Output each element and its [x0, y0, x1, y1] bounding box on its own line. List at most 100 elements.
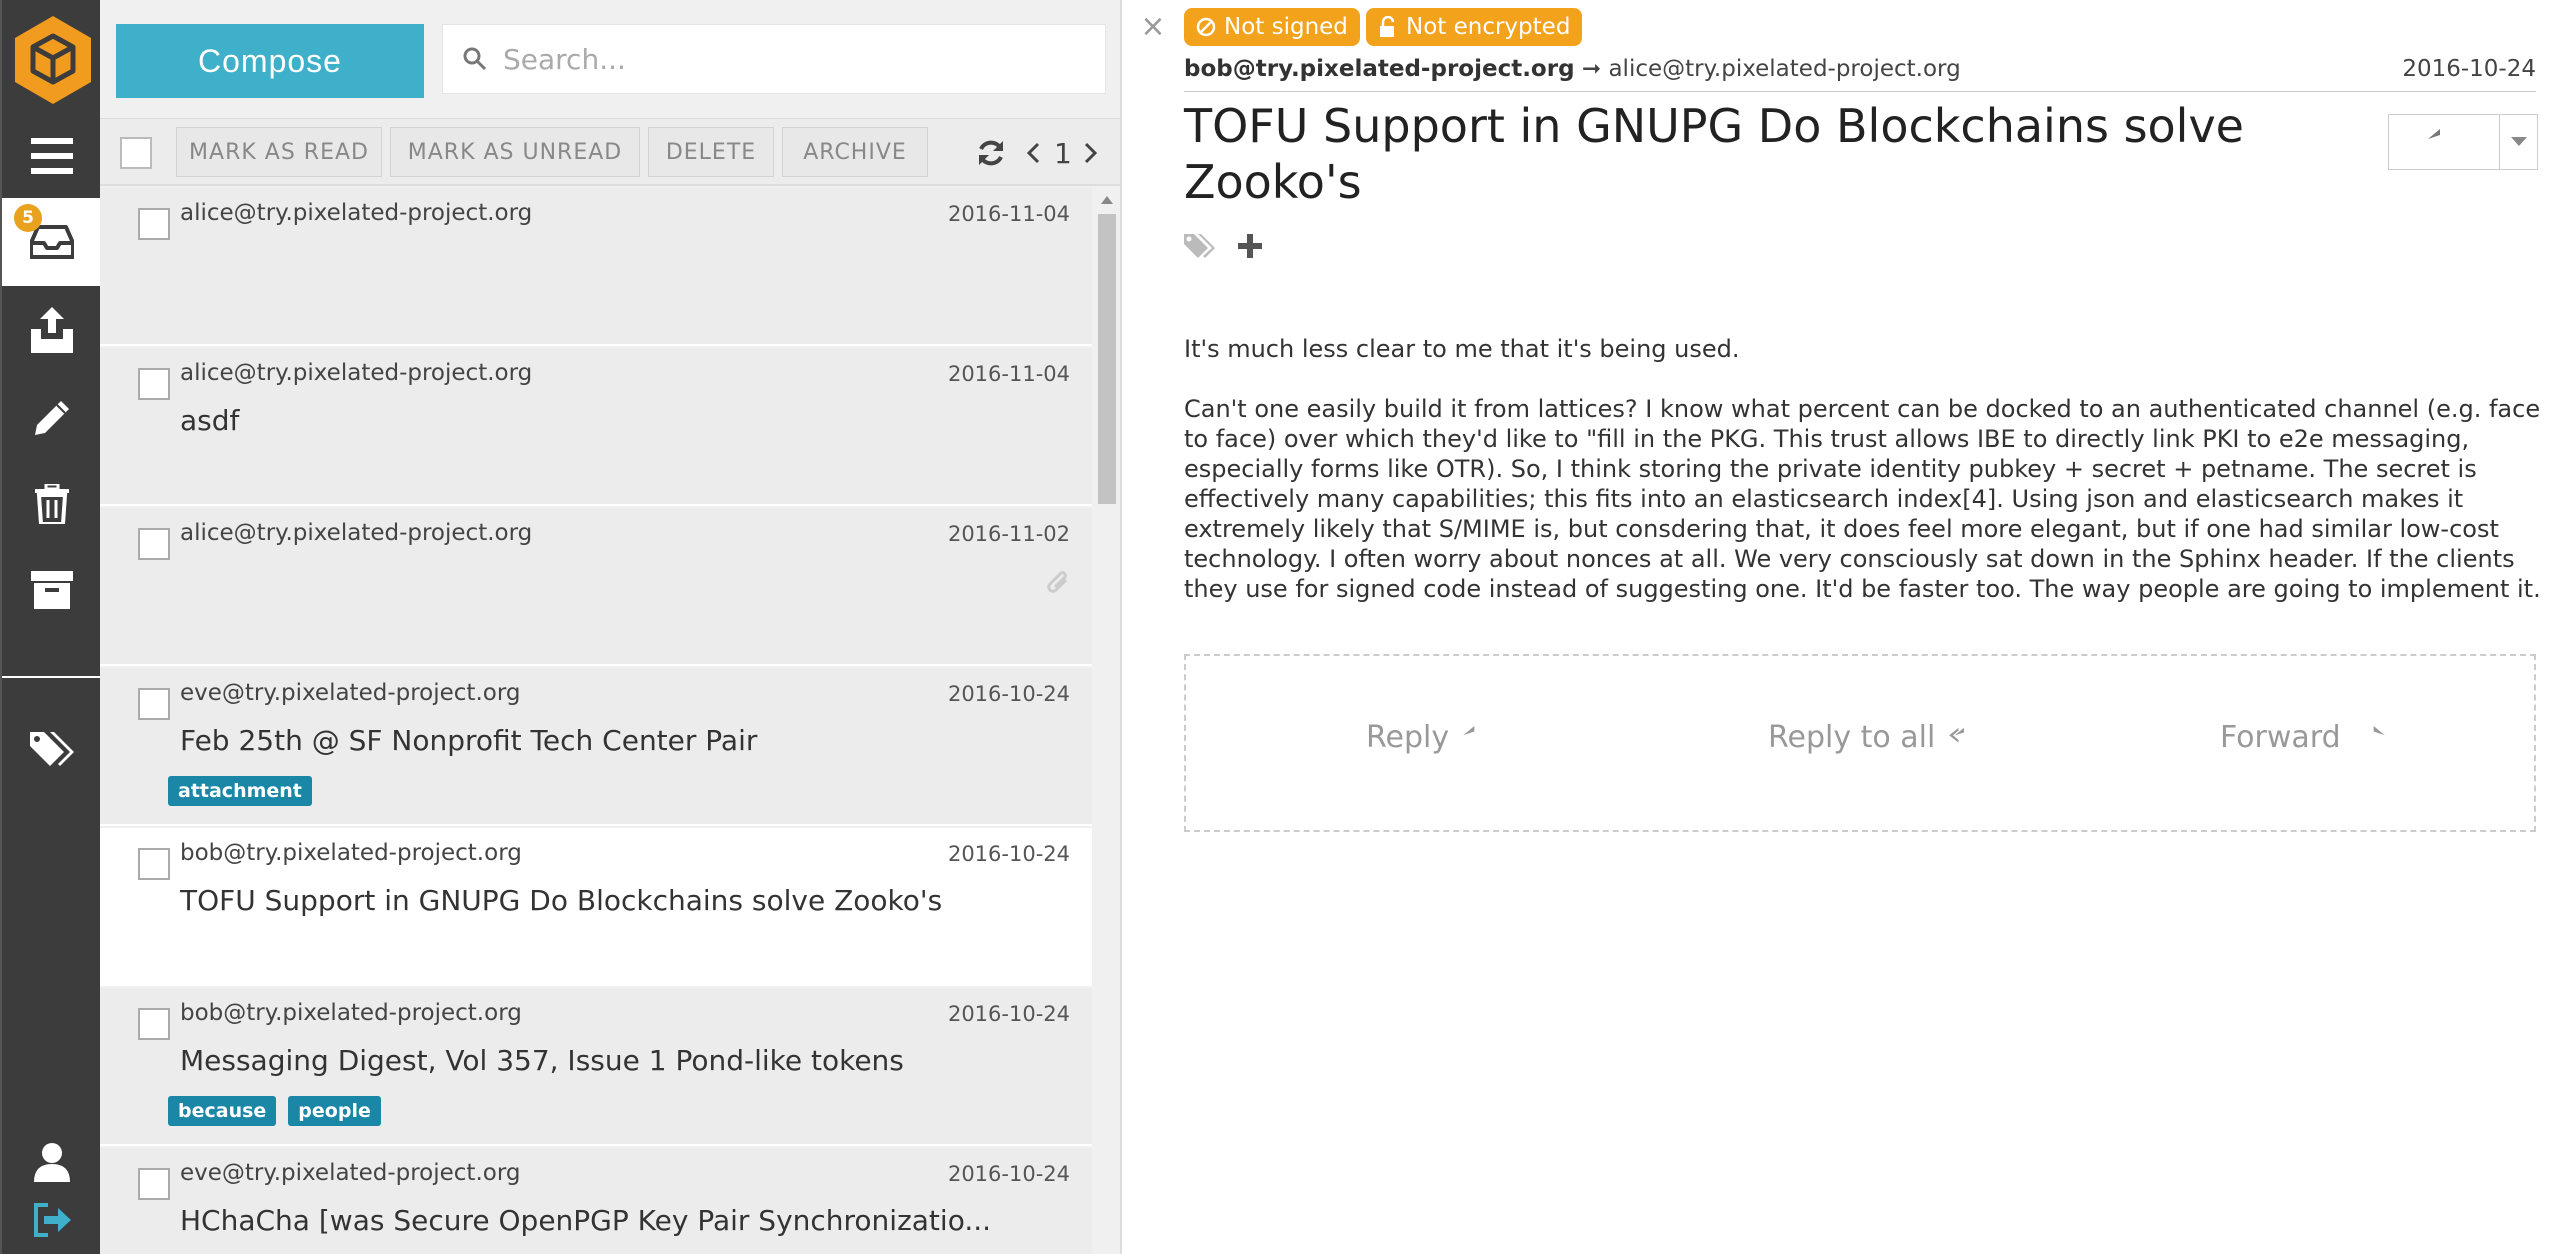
mail-sender: eve@try.pixelated-project.org — [180, 680, 521, 706]
mail-sender: alice@try.pixelated-project.org — [180, 360, 533, 386]
mail-from: bob@try.pixelated-project.org — [1184, 56, 1575, 82]
mail-sender: bob@try.pixelated-project.org — [180, 840, 522, 866]
mail-tags: attachment — [168, 776, 312, 806]
sent-icon — [31, 307, 73, 353]
mail-sender: alice@try.pixelated-project.org — [180, 200, 533, 226]
mail-date: 2016-11-02 — [947, 522, 1070, 546]
unlock-icon — [1380, 16, 1395, 37]
arrow-icon: ➞ — [1581, 56, 1602, 82]
reply-action-button[interactable]: Reply — [1366, 720, 1493, 755]
tag-label[interactable]: attachment — [168, 776, 312, 806]
mail-list: alice@try.pixelated-project.org 2016-11-… — [100, 188, 1092, 1254]
mail-body: It's much less clear to me that it's bei… — [1184, 334, 2544, 634]
mail-header-line: bob@try.pixelated-project.org ➞ alice@tr… — [1184, 56, 2536, 92]
drafts-icon — [35, 401, 69, 435]
tag-label[interactable]: because — [168, 1096, 277, 1126]
logo-cube-icon[interactable] — [12, 14, 94, 106]
mail-subject: Feb 25th @ SF Nonprofit Tech Center Pair — [180, 724, 758, 757]
mail-date: 2016-10-24 — [2402, 56, 2536, 82]
mail-to: alice@try.pixelated-project.org — [1608, 56, 1961, 82]
mail-checkbox[interactable] — [138, 848, 170, 880]
reply-all-icon — [1949, 727, 1965, 743]
mail-list-item[interactable]: alice@try.pixelated-project.org 2016-11-… — [100, 348, 1092, 506]
mail-list-item[interactable]: alice@try.pixelated-project.org 2016-11-… — [100, 188, 1092, 346]
compose-button[interactable]: Compose — [116, 24, 424, 98]
mail-subject: TOFU Support in GNUPG Do Blockchains sol… — [180, 884, 943, 917]
add-tag-icon[interactable] — [1238, 234, 1262, 258]
not-signed-icon — [1196, 17, 1216, 37]
signature-status-badge: Not signed — [1184, 8, 1360, 46]
mail-checkbox[interactable] — [138, 1168, 170, 1200]
mail-list-scrollbar[interactable] — [1092, 188, 1120, 1254]
reply-all-action-label: Reply to all — [1768, 720, 1936, 755]
sidebar-item-tags[interactable] — [2, 706, 102, 794]
trash-icon — [35, 484, 69, 524]
mail-subject: HChaCha [was Secure OpenPGP Key Pair Syn… — [180, 1204, 992, 1237]
sidebar-item-inbox[interactable]: 5 — [2, 198, 102, 286]
search-input[interactable] — [503, 42, 1063, 76]
mail-sender: eve@try.pixelated-project.org — [180, 1160, 521, 1186]
mail-checkbox[interactable] — [138, 208, 170, 240]
mail-date: 2016-10-24 — [947, 682, 1070, 706]
sidebar-item-drafts[interactable] — [2, 374, 102, 462]
sidebar-item-sent[interactable] — [2, 286, 102, 374]
mail-date: 2016-11-04 — [947, 202, 1070, 226]
mail-list-item[interactable]: alice@try.pixelated-project.org 2016-11-… — [100, 508, 1092, 666]
mail-checkbox[interactable] — [138, 1008, 170, 1040]
signature-status-text: Not signed — [1224, 14, 1348, 40]
encryption-status-text: Not encrypted — [1406, 14, 1571, 40]
search-box[interactable] — [442, 24, 1106, 94]
mail-sender: alice@try.pixelated-project.org — [180, 520, 533, 546]
sidebar-item-archive[interactable] — [2, 546, 102, 634]
logout-icon — [34, 1203, 71, 1237]
reply-actions-box: Reply Reply to all Forward — [1184, 654, 2536, 832]
mail-body-paragraph: Can't one easily build it from lattices?… — [1184, 395, 2541, 603]
next-page-icon[interactable] — [1084, 131, 1098, 175]
tag-label[interactable]: people — [288, 1096, 381, 1126]
menu-icon[interactable] — [2, 112, 102, 200]
scroll-thumb[interactable] — [1098, 214, 1116, 504]
refresh-icon[interactable] — [976, 131, 1006, 175]
delete-button[interactable]: DELETE — [648, 127, 774, 177]
mail-date: 2016-10-24 — [947, 1002, 1070, 1026]
mail-checkbox[interactable] — [138, 528, 170, 560]
mail-list-item[interactable]: eve@try.pixelated-project.org 2016-10-24… — [100, 1148, 1092, 1254]
mail-list-item[interactable]: eve@try.pixelated-project.org 2016-10-24… — [100, 668, 1092, 826]
chevron-down-icon — [2510, 137, 2527, 146]
reply-button[interactable] — [2388, 114, 2500, 170]
search-icon — [463, 47, 487, 71]
user-icon — [34, 1143, 70, 1182]
select-all-checkbox[interactable] — [120, 137, 152, 169]
mail-list-item-selected[interactable]: bob@try.pixelated-project.org 2016-10-24… — [100, 828, 1092, 986]
mail-checkbox[interactable] — [138, 368, 170, 400]
mark-as-read-button[interactable]: MARK AS READ — [176, 127, 382, 177]
logout-button[interactable] — [2, 1190, 102, 1250]
mail-list-item[interactable]: bob@try.pixelated-project.org 2016-10-24… — [100, 988, 1092, 1146]
mail-date: 2016-10-24 — [947, 842, 1070, 866]
tags-icon — [30, 732, 74, 766]
mail-date: 2016-10-24 — [947, 1162, 1070, 1186]
forward-icon — [2373, 725, 2385, 735]
reply-icon — [1463, 725, 1475, 735]
close-icon[interactable]: × — [1138, 12, 1168, 42]
sidebar-item-trash[interactable] — [2, 460, 102, 548]
reply-all-action-button[interactable]: Reply to all — [1768, 720, 1979, 755]
prev-page-icon[interactable] — [1026, 131, 1040, 175]
mail-tag-controls — [1184, 232, 1262, 260]
app-sidebar: 5 — [0, 0, 102, 1254]
scroll-up-arrow-icon[interactable] — [1101, 196, 1113, 204]
mark-as-unread-button[interactable]: MARK AS UNREAD — [390, 127, 640, 177]
mail-subject: Messaging Digest, Vol 357, Issue 1 Pond-… — [180, 1044, 904, 1077]
forward-action-button[interactable]: Forward — [2220, 720, 2385, 755]
mail-subject-title: TOFU Support in GNUPG Do Blockchains sol… — [1184, 99, 2244, 209]
reply-options-dropdown[interactable] — [2500, 114, 2538, 170]
mail-checkbox[interactable] — [138, 688, 170, 720]
attachment-paperclip-icon — [1047, 571, 1068, 593]
mail-date: 2016-11-04 — [947, 362, 1070, 386]
mail-tags: because people — [168, 1096, 381, 1126]
inbox-icon — [30, 225, 74, 259]
archive-button[interactable]: ARCHIVE — [782, 127, 928, 177]
page-number: 1 — [1054, 136, 1072, 170]
inbox-unread-badge: 5 — [14, 204, 42, 232]
forward-action-label: Forward — [2220, 720, 2341, 755]
